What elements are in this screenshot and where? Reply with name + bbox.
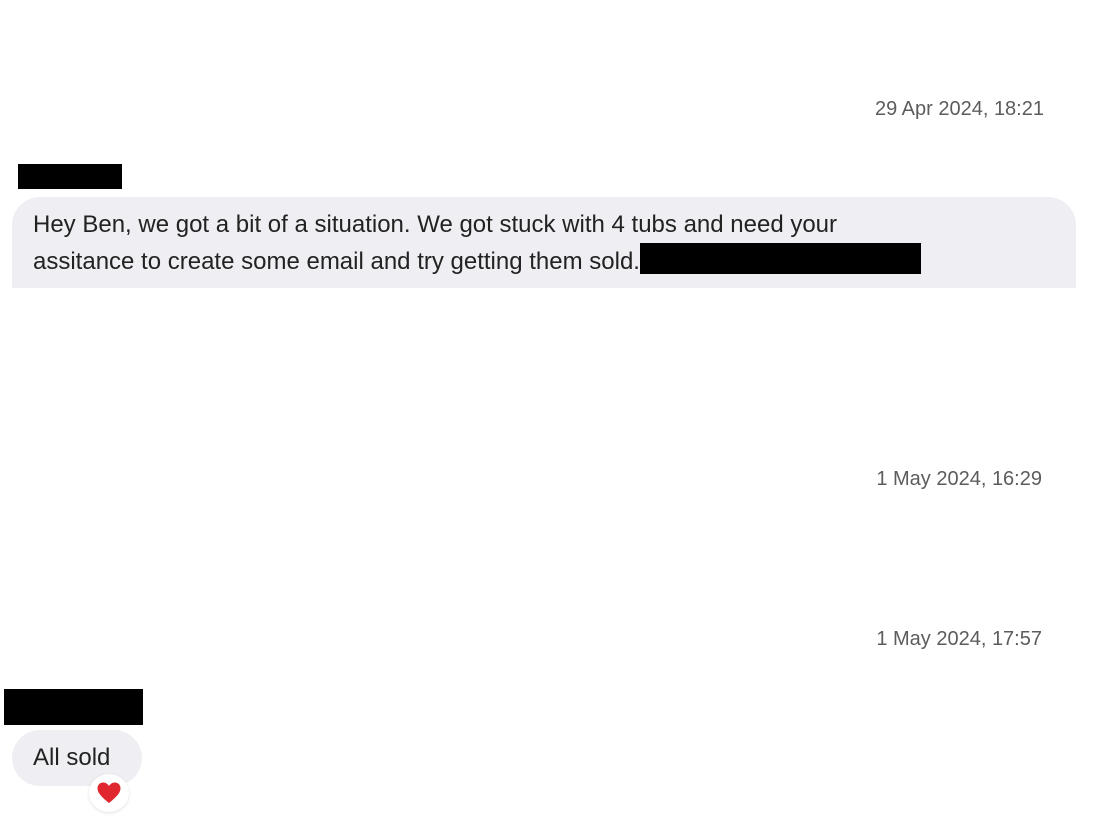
redacted-text	[639, 243, 921, 274]
message-text-fragment: assitance to create some email and try g…	[33, 248, 640, 275]
message-text: All sold	[33, 744, 111, 771]
message-bubble[interactable]: All sold	[12, 730, 142, 786]
message-timestamp: 1 May 2024, 17:57	[876, 628, 1042, 650]
redacted-sender-name	[4, 689, 143, 725]
message-timestamp: 29 Apr 2024, 18:21	[874, 98, 1044, 120]
message-reaction[interactable]	[89, 774, 129, 812]
message-text-line: assitance to create some email and try g…	[33, 243, 1056, 280]
redacted-sender-name	[18, 164, 122, 189]
message-bubble[interactable]: Hey Ben, we got a bit of a situation. We…	[12, 197, 1076, 288]
message-timestamp: 1 May 2024, 16:29	[876, 468, 1042, 490]
message-text-line: Hey Ben, we got a bit of a situation. We…	[33, 211, 838, 238]
heart-icon	[97, 782, 121, 803]
